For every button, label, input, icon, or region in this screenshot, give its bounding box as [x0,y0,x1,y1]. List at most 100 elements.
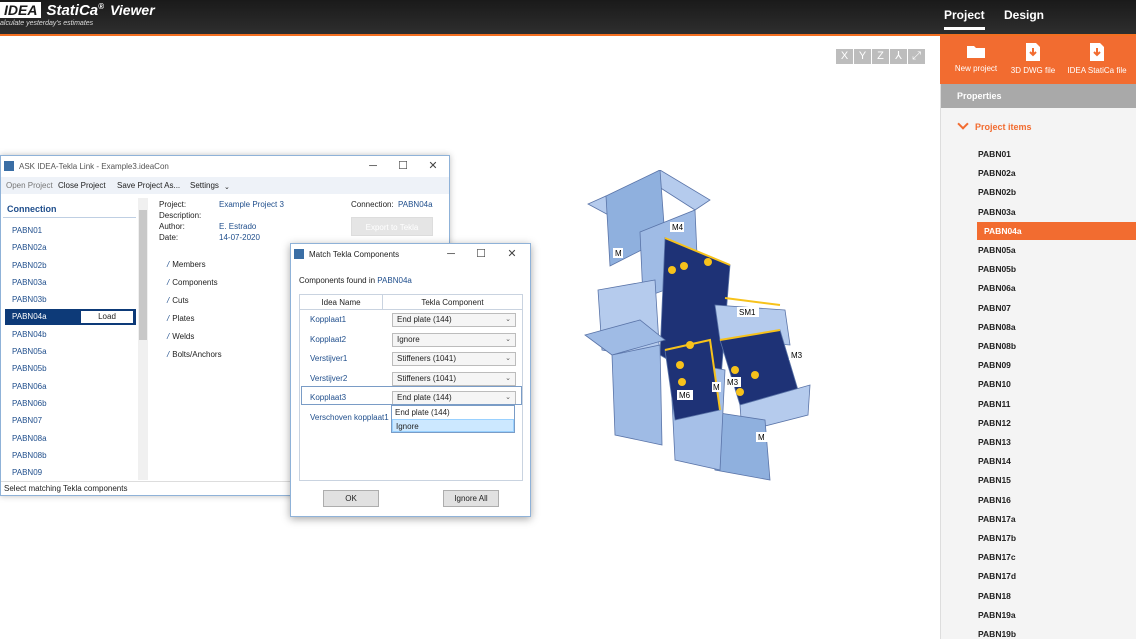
project-item[interactable]: PABN12 [977,414,1136,432]
project-item[interactable]: PABN09 [977,356,1136,374]
properties-panel: Properties Project items PABN01 PABN02a PA… [940,84,1136,639]
view-x-button[interactable]: X [836,49,853,64]
load-button[interactable]: Load [81,310,133,323]
connection-item[interactable]: PABN06b [12,399,47,408]
connection-3d-model[interactable]: M4 M SM1 M3 M3 M6 M M [580,170,820,490]
tree-item-bolts-anchors[interactable]: / Bolts/Anchors [167,350,222,359]
dwg-file-button[interactable]: 3D DWG file [1003,42,1063,75]
scrollbar-thumb[interactable] [139,210,147,340]
date-label: Date: [159,233,179,242]
close-icon[interactable]: ✕ [418,156,448,177]
tree-label: Bolts/Anchors [172,350,222,359]
project-item[interactable]: PABN06a [977,279,1136,297]
tree-label: Members [172,260,206,269]
dialog-titlebar[interactable]: Match Tekla Components ─ ☐ ✕ [291,244,530,265]
menu-settings[interactable]: Settings [190,177,219,194]
menu-save-project-as[interactable]: Save Project As... [117,177,180,194]
model-label: M [758,433,765,442]
project-items-group[interactable]: Project items [957,118,1032,132]
minimize-icon[interactable]: ─ [358,156,388,177]
project-item[interactable]: PABN02a [977,164,1136,182]
project-item[interactable]: PABN02b [977,183,1136,201]
connection-item[interactable]: PABN07 [12,416,42,425]
view-y-button[interactable]: Y [854,49,871,64]
connection-item[interactable]: PABN09 [12,468,42,477]
maximize-icon[interactable]: ☐ [388,156,418,177]
project-item[interactable]: PABN01 [977,145,1136,163]
project-item[interactable]: PABN18 [977,587,1136,605]
project-item[interactable]: PABN08a [977,318,1136,336]
tekla-component-select[interactable]: Stiffeners (1041) ⌄ [392,371,516,386]
project-items-label: Project items [975,122,1032,132]
project-item[interactable]: PABN13 [977,433,1136,451]
project-item[interactable]: PABN03a [977,203,1136,221]
new-project-button[interactable]: New project [946,42,1006,73]
member-icon: / [167,296,170,305]
tekla-component-select[interactable]: End plate (144) ⌄ [392,313,516,327]
app-icon [4,161,14,171]
zoom-fit-button[interactable]: ⤢ [908,49,925,64]
project-item[interactable]: PABN08b [977,337,1136,355]
connection-item[interactable]: PABN04a Load [5,308,136,325]
nav-project[interactable]: Project [944,8,985,30]
connection-item[interactable]: PABN03a [12,278,47,287]
connection-label: PABN06b [12,399,47,408]
tree-item-components[interactable]: / Components [167,278,218,287]
connection-item[interactable]: PABN02a [12,243,47,252]
view-iso-button[interactable]: ⅄ [890,49,907,64]
connection-item[interactable]: PABN08a [12,434,47,443]
ideastatica-file-button[interactable]: IDEA StatiCa file [1066,42,1128,75]
idea-name-cell: Verstijver2 [310,373,348,383]
tree-item-members[interactable]: / Members [167,260,206,269]
model-label: M [713,383,720,392]
ok-button[interactable]: OK [323,490,379,507]
project-item[interactable]: PABN07 [977,299,1136,317]
ignore-all-button[interactable]: Ignore All [443,490,499,507]
project-item[interactable]: PABN17a [977,510,1136,528]
connection-item[interactable]: PABN05b [12,364,47,373]
project-item[interactable]: PABN19a [977,606,1136,624]
menu-bar: Open Project Close Project Save Project … [1,177,449,194]
window-titlebar[interactable]: ASK IDEA-Tekla Link - Example3.ideaCon ─… [1,156,449,177]
project-item[interactable]: PABN10 [977,375,1136,393]
project-item[interactable]: PABN14 [977,452,1136,470]
dropdown-option-end-plate[interactable]: End plate (144) [392,406,514,419]
tekla-component-select[interactable]: Ignore ⌄ [392,332,516,347]
export-to-tekla-button[interactable]: Export to Tekla [351,217,433,236]
connection-item[interactable]: PABN06a [12,382,47,391]
tree-item-plates[interactable]: / Plates [167,314,194,323]
project-item[interactable]: PABN17c [977,548,1136,566]
connection-item[interactable]: PABN04b [12,330,47,339]
project-item[interactable]: PABN15 [977,471,1136,489]
project-item[interactable]: PABN11 [977,395,1136,413]
project-item[interactable]: PABN17b [977,529,1136,547]
project-item[interactable]: PABN16 [977,491,1136,509]
dropdown-option-ignore[interactable]: Ignore [392,419,514,432]
connection-item[interactable]: PABN01 [12,226,42,235]
tree-item-welds[interactable]: / Welds [167,332,194,341]
project-item[interactable]: PABN17d [977,567,1136,585]
menu-open-project[interactable]: Open Project [6,177,53,194]
project-item[interactable]: PABN19b [977,625,1136,639]
member-icon: / [167,314,170,323]
project-item[interactable]: PABN05b [977,260,1136,278]
project-item[interactable]: PABN05a [977,241,1136,259]
menu-close-project[interactable]: Close Project [58,177,106,194]
connection-label: PABN08b [12,450,47,460]
view-z-button[interactable]: Z [872,49,889,64]
minimize-icon[interactable]: ─ [436,244,466,265]
chevron-down-icon: ⌄ [224,184,230,191]
maximize-icon[interactable]: ☐ [466,244,496,265]
connection-value: PABN04a [398,200,433,209]
connection-item[interactable]: PABN05a [12,347,47,356]
nav-design[interactable]: Design [1004,8,1044,22]
connection-item[interactable]: PABN03b [12,295,47,304]
connection-item[interactable]: PABN08b [12,451,47,460]
tekla-component-select[interactable]: Stiffeners (1041) ⌄ [392,352,516,366]
connection-scrollbar[interactable] [138,198,148,480]
connection-item[interactable]: PABN02b [12,261,47,270]
close-icon[interactable]: ✕ [497,244,527,265]
tree-item-cuts[interactable]: / Cuts [167,296,189,305]
properties-header: Properties [941,84,1136,108]
project-item[interactable]: PABN04a [977,221,1136,240]
